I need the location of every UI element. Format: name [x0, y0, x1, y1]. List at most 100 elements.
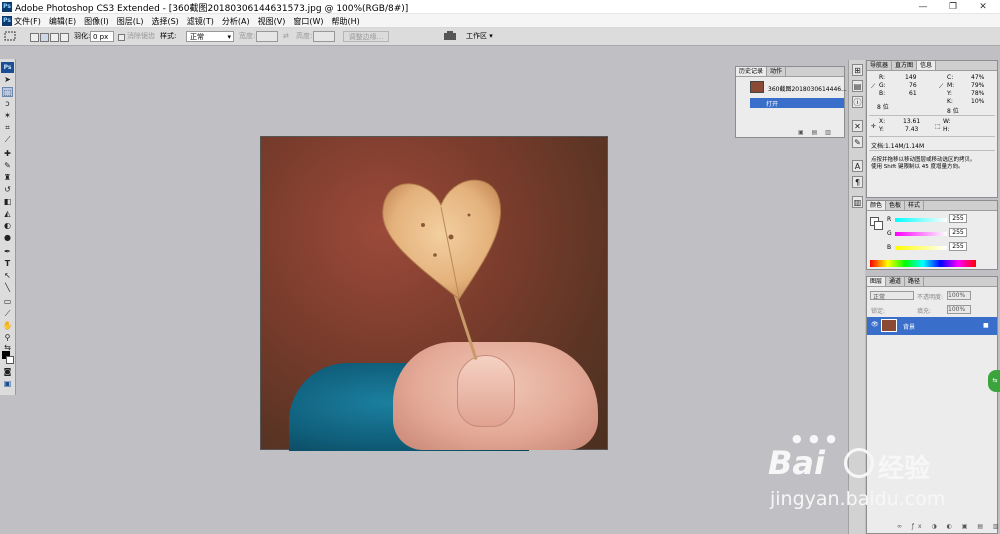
eraser-tool-icon[interactable]: ◧	[2, 197, 13, 207]
info-h-label: H:	[943, 126, 950, 133]
color-r-slider[interactable]	[895, 218, 947, 222]
color-b-slider[interactable]	[895, 246, 947, 250]
color-spectrum-ramp[interactable]	[870, 260, 976, 267]
color-g-slider[interactable]	[895, 232, 947, 236]
menu-view[interactable]: 视图(V)	[258, 16, 286, 27]
info-y-label: Y:	[947, 90, 952, 97]
menu-filter[interactable]: 滤镜(T)	[187, 16, 214, 27]
magic-wand-tool-icon[interactable]: ✶	[2, 111, 13, 121]
add-selection-icon[interactable]	[40, 33, 49, 42]
tools-dock-icon[interactable]: ✕	[852, 120, 863, 132]
slice-tool-icon[interactable]: ⟋	[2, 135, 13, 145]
workspace-button[interactable]: 工作区 ▾	[466, 31, 493, 42]
color-b-input[interactable]: 255	[949, 242, 967, 251]
tab-color[interactable]: 颜色	[867, 201, 887, 210]
screen-mode-icon[interactable]: ▣	[2, 379, 13, 389]
swap-icon[interactable]: ⇄	[283, 31, 289, 42]
tab-channels[interactable]: 通道	[886, 277, 906, 286]
bridge-icon[interactable]	[444, 31, 456, 42]
eye-icon[interactable]: 👁	[871, 321, 879, 328]
menu-help[interactable]: 帮助(H)	[332, 16, 360, 27]
navigator-dock-icon[interactable]: ⊞	[852, 64, 863, 76]
blur-tool-icon[interactable]: ◐	[2, 221, 13, 231]
paw-circle-icon	[844, 448, 874, 478]
tab-paths[interactable]: 路径	[905, 277, 925, 286]
histogram-dock-icon[interactable]: ▤	[852, 80, 863, 92]
layer-comps-dock-icon[interactable]: ▥	[852, 196, 863, 208]
lasso-tool-icon[interactable]: ↄ	[2, 99, 13, 109]
blend-mode-value: 正常	[873, 294, 886, 301]
move-tool-icon[interactable]: ➤	[2, 75, 13, 85]
refine-edge-button[interactable]: 调整边缘...	[343, 31, 389, 42]
paragraph-dock-icon[interactable]: ¶	[852, 176, 863, 188]
layer-row-background[interactable]: 👁 背景 ■	[867, 317, 997, 335]
tab-actions[interactable]: 动作	[767, 67, 787, 76]
opacity-input[interactable]: 100%	[947, 291, 971, 300]
quick-mask-icon[interactable]: ◙	[2, 367, 13, 377]
menu-layer[interactable]: 图层(L)	[117, 16, 144, 27]
tab-histogram[interactable]: 直方图	[892, 61, 918, 70]
history-footer-icons[interactable]: ▣ ▤ ▥	[798, 129, 834, 136]
menu-select[interactable]: 选择(S)	[151, 16, 178, 27]
crop-tool-icon[interactable]: ⌗	[2, 123, 13, 133]
intersect-selection-icon[interactable]	[60, 33, 69, 42]
pen-tool-icon[interactable]: ✒	[2, 247, 13, 257]
brush-tool-icon[interactable]: ✎	[2, 161, 13, 171]
tab-styles[interactable]: 样式	[905, 201, 925, 210]
height-input[interactable]	[313, 31, 335, 42]
brush-dock-icon[interactable]: ✎	[852, 136, 863, 148]
width-input[interactable]	[256, 31, 278, 42]
hand-tool-icon[interactable]: ✋	[2, 321, 13, 331]
clone-stamp-tool-icon[interactable]: ♜	[2, 173, 13, 183]
path-selection-tool-icon[interactable]: ↖	[2, 271, 13, 281]
history-brush-tool-icon[interactable]: ↺	[2, 185, 13, 195]
paint-bucket-tool-icon[interactable]: ◭	[2, 209, 13, 219]
menu-image[interactable]: 图像(I)	[84, 16, 109, 27]
tab-layers[interactable]: 图层	[867, 277, 887, 286]
menu-edit[interactable]: 编辑(E)	[49, 16, 76, 27]
character-dock-icon[interactable]: A	[852, 160, 863, 172]
tab-history[interactable]: 历史记录	[736, 67, 768, 76]
new-selection-icon[interactable]	[30, 33, 39, 42]
blend-mode-select[interactable]: 正常	[870, 291, 914, 301]
floating-badge[interactable]: ⇆	[988, 370, 1000, 392]
color-background-swatch[interactable]	[874, 221, 883, 230]
antialias-checkbox[interactable]	[118, 34, 125, 41]
style-select[interactable]: 正常 ▾	[186, 31, 234, 42]
close-button[interactable]: ✕	[968, 1, 998, 13]
feather-label: 羽化:	[74, 32, 91, 40]
minimize-button[interactable]: —	[908, 1, 938, 13]
color-r-input[interactable]: 255	[949, 214, 967, 223]
color-g-input[interactable]: 255	[949, 228, 967, 237]
notes-tool-icon[interactable]: ▭	[2, 297, 13, 307]
marquee-tool-icon[interactable]: ⬚	[2, 87, 13, 97]
style-label: 样式:	[160, 32, 177, 40]
fill-input[interactable]: 100%	[947, 305, 971, 314]
history-step-open[interactable]: 打开	[750, 98, 844, 108]
photoshop-tools-logo: Ps	[1, 62, 14, 73]
snapshot-name[interactable]: 360截图2018030614446...	[768, 84, 847, 93]
menu-window[interactable]: 窗口(W)	[293, 16, 323, 27]
eyedropper-tool-icon[interactable]: ⟋	[2, 309, 13, 319]
line-tool-icon[interactable]: ╲	[2, 283, 13, 293]
tab-swatches[interactable]: 色板	[886, 201, 906, 210]
background-color-swatch[interactable]	[6, 356, 14, 364]
zoom-tool-icon[interactable]: ⚲	[2, 333, 13, 343]
tab-navigator[interactable]: 导航器	[867, 61, 893, 70]
color-r-label: R	[887, 216, 892, 223]
healing-brush-tool-icon[interactable]: ✚	[2, 149, 13, 159]
document-canvas[interactable]	[260, 136, 608, 451]
feather-input[interactable]: 0 px	[90, 31, 114, 42]
marquee-tool-preset-icon[interactable]	[4, 31, 18, 42]
subtract-selection-icon[interactable]	[50, 33, 59, 42]
restore-button[interactable]: ❐	[938, 1, 968, 13]
tab-info[interactable]: 信息	[917, 61, 937, 70]
snapshot-thumbnail	[750, 81, 764, 93]
menu-file[interactable]: 文件(F)	[14, 16, 41, 27]
type-tool-icon[interactable]: T	[2, 259, 13, 269]
dodge-tool-icon[interactable]: ●	[2, 233, 13, 243]
info-dock-icon[interactable]: ⓘ	[852, 96, 863, 108]
menu-analysis[interactable]: 分析(A)	[222, 16, 250, 27]
info-x-value: 13.61	[903, 118, 921, 125]
photoshop-menu-icon[interactable]: Ps	[2, 16, 12, 26]
